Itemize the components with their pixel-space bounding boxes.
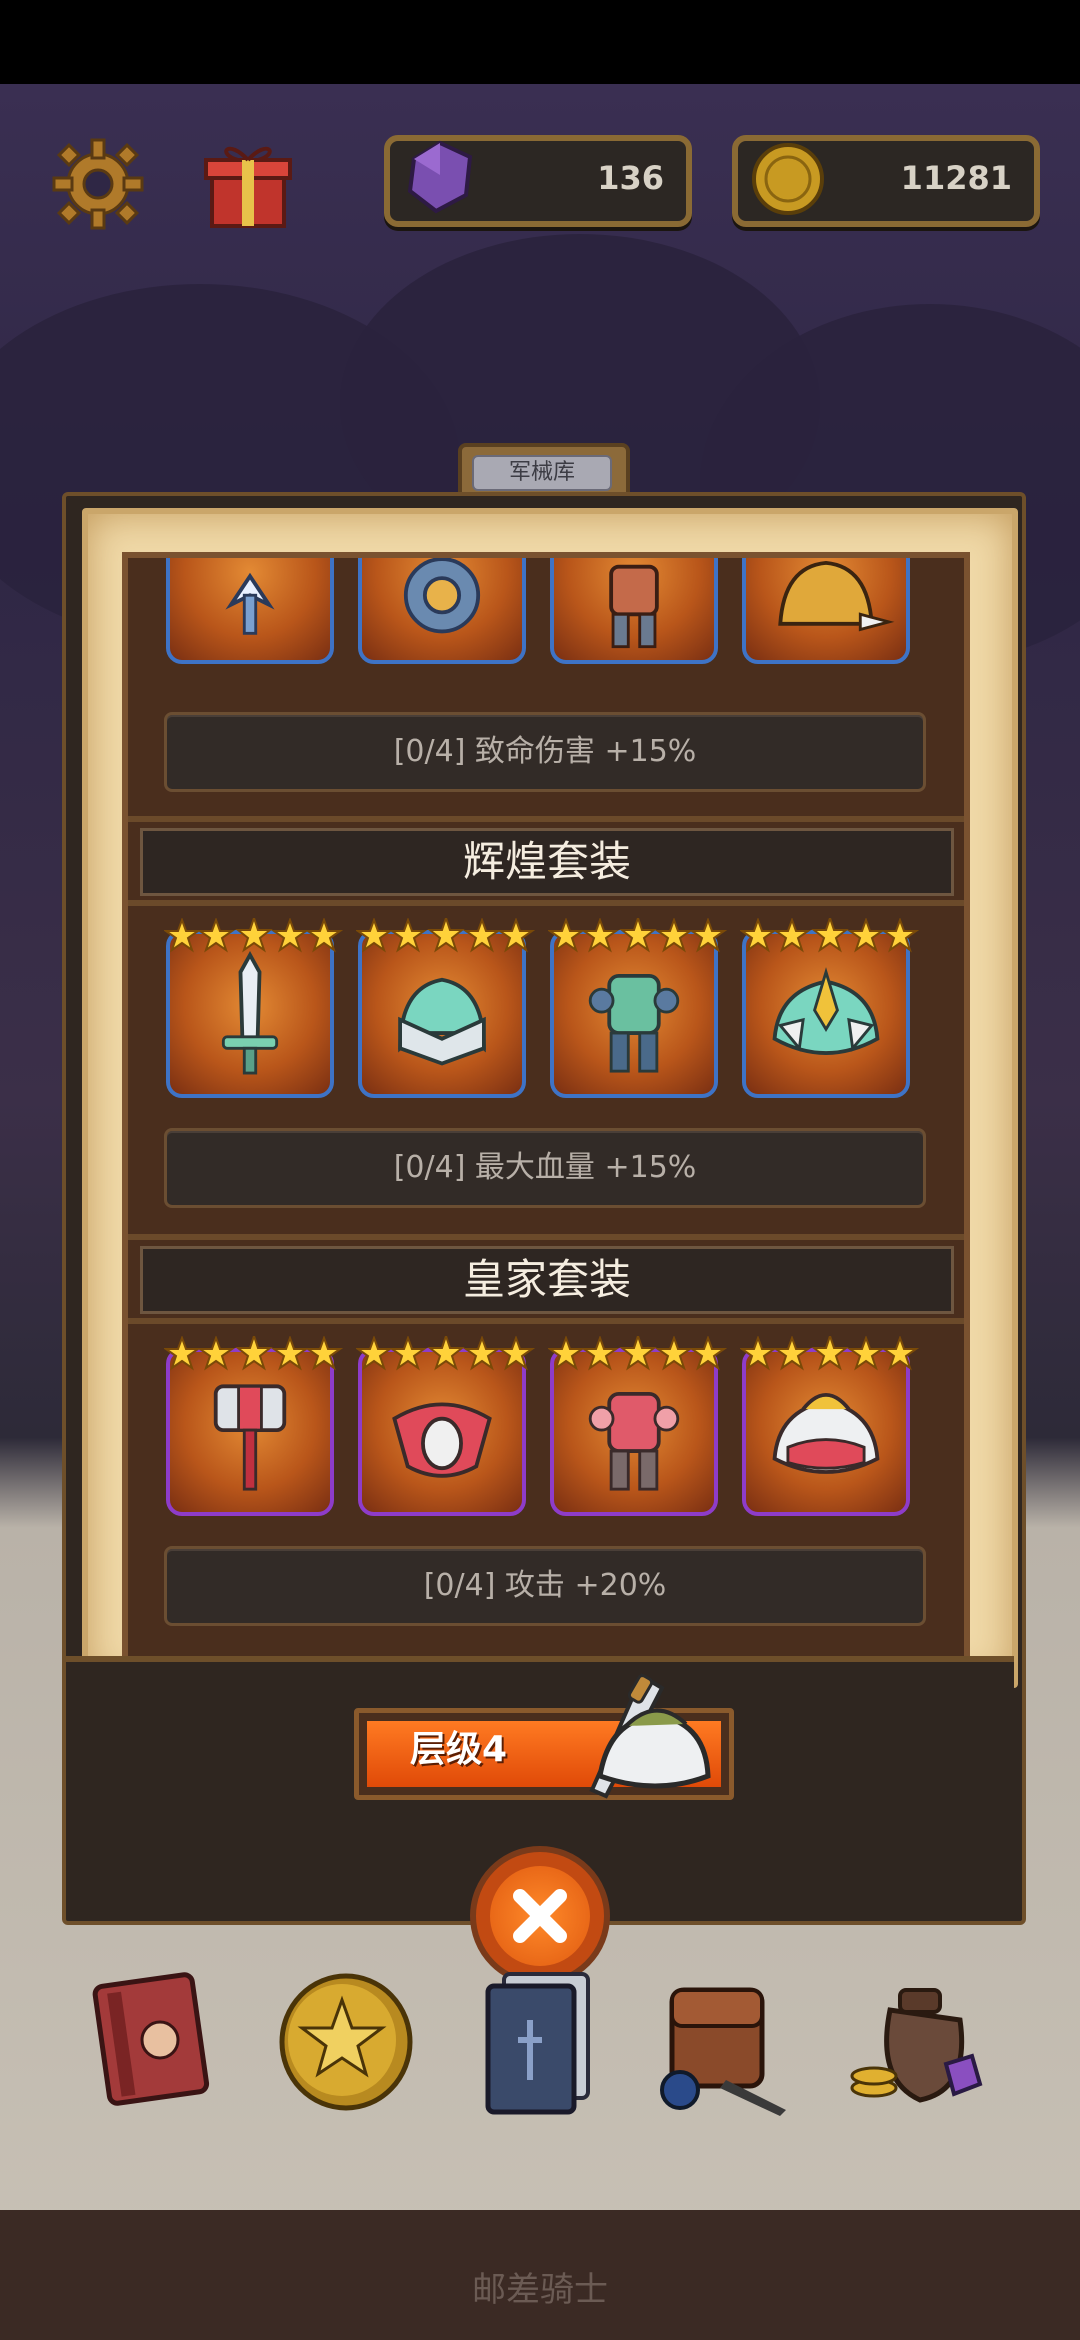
helmet-icon: [392, 1402, 492, 1478]
gem-counter: 136: [384, 135, 692, 227]
set1-item-scepter[interactable]: [166, 558, 334, 664]
star-rating: [740, 918, 920, 953]
set3-item-hammer[interactable]: [164, 1336, 344, 1516]
status-bar: [0, 0, 1080, 84]
set3-title: 皇家套装: [140, 1246, 954, 1314]
star-rating: [356, 918, 536, 953]
set1-bonus: [0/4] 致命伤害 +15%: [164, 712, 926, 792]
star-rating: [164, 918, 344, 953]
gem-count: 136: [597, 159, 664, 197]
set2-item-armor[interactable]: [548, 918, 728, 1098]
set3-item-shield-helmet[interactable]: [356, 1336, 536, 1516]
level-label: 层级4: [410, 1729, 508, 1770]
set2-item-crown-helmet[interactable]: [740, 918, 920, 1098]
crown-helmet-icon: [772, 1393, 880, 1474]
equipment-set-list[interactable]: [0/4] 致命伤害 +15% 辉煌套装 [0/4] 最大血量 +15% 皇家套…: [122, 552, 970, 1666]
set3-item-armor[interactable]: [548, 1336, 728, 1516]
section-divider: [128, 816, 964, 822]
helmet-icon: [398, 977, 486, 1066]
hammer-icon: [213, 1384, 287, 1491]
close-button-face: [490, 1866, 590, 1966]
book-icon[interactable]: [86, 1960, 226, 2120]
panel-tab-label: 军械库: [472, 455, 612, 491]
knight-helmet-icon: [589, 1673, 711, 1799]
set1-item-amulet[interactable]: [358, 558, 526, 664]
set2-title: 辉煌套装: [140, 828, 954, 896]
star-rating: [164, 1336, 344, 1371]
star-rating: [548, 918, 728, 953]
scepter-icon: [225, 572, 275, 635]
coin-count: 11281: [900, 159, 1012, 197]
set1-item-helmet[interactable]: [742, 558, 910, 664]
gear-icon[interactable]: [48, 134, 148, 234]
treasure-bag-icon[interactable]: [850, 1960, 990, 2120]
close-icon: [513, 1889, 567, 1943]
coin-icon: [752, 143, 824, 215]
app-name: 邮差骑士: [472, 2270, 608, 2310]
crown-helmet-icon: [772, 967, 880, 1055]
card-deck-icon[interactable]: [470, 1960, 610, 2120]
star-coin-icon[interactable]: [276, 1960, 416, 2120]
set2-item-sword[interactable]: [164, 918, 344, 1098]
set1-item-armor[interactable]: [550, 558, 718, 664]
set3-item-helmet[interactable]: [740, 1336, 920, 1516]
set2-bonus: [0/4] 最大血量 +15%: [164, 1128, 926, 1208]
armor-icon: [588, 1392, 680, 1491]
sword-icon: [221, 951, 279, 1075]
set2-item-helmet[interactable]: [356, 918, 536, 1098]
armor-icon: [609, 564, 659, 649]
gem-icon: [407, 140, 473, 214]
section-divider: [128, 900, 964, 906]
armor-icon: [588, 974, 680, 1073]
coin-counter: 11281: [732, 135, 1040, 227]
amulet-icon: [403, 558, 481, 634]
section-divider: [128, 1318, 964, 1324]
backpack-icon[interactable]: [656, 1960, 796, 2120]
star-rating: [356, 1336, 536, 1371]
set3-bonus: [0/4] 攻击 +20%: [164, 1546, 926, 1626]
section-divider: [128, 1234, 964, 1240]
gift-icon[interactable]: [198, 132, 298, 232]
helmet-icon: [778, 560, 895, 632]
star-rating: [548, 1336, 728, 1371]
star-rating: [740, 1336, 920, 1371]
